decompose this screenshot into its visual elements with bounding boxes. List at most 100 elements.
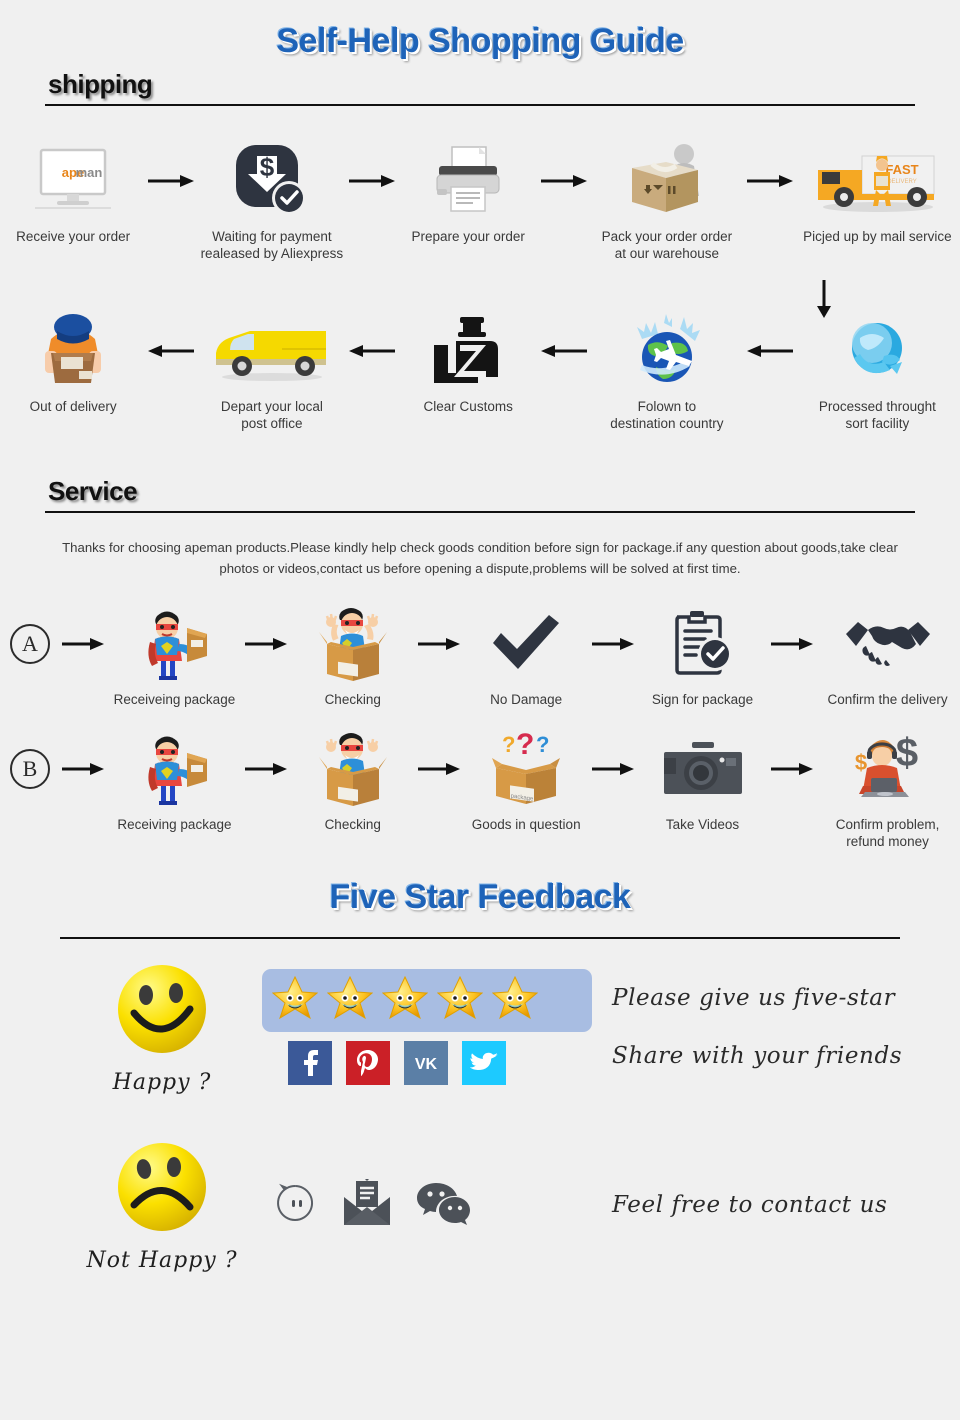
arrow-left-icon xyxy=(146,312,196,390)
page-title: Self-Help Shopping Guide xyxy=(276,22,684,60)
svg-text:?: ? xyxy=(536,732,549,757)
badge-letter-a: A xyxy=(9,624,50,664)
shipping-step-pack-order: Pack your order order at our warehouse xyxy=(589,142,745,262)
yellow-van-icon xyxy=(212,312,332,390)
rating-and-socials: VK xyxy=(262,969,592,1085)
svg-text:man: man xyxy=(76,165,103,180)
superhero-holding-package-icon xyxy=(137,605,211,683)
arrow-left-icon xyxy=(347,312,397,390)
sad-face-block: Not Happy ? xyxy=(62,1137,262,1273)
contact-icons xyxy=(262,1176,592,1232)
step-label: Sign for package xyxy=(651,692,754,707)
shipping-step-clear-customs: Clear Customs xyxy=(397,312,539,415)
aliexpress-smiley-icon[interactable] xyxy=(272,1180,318,1231)
feedback-divider xyxy=(60,937,900,939)
happy-message-line2: Share with your friends xyxy=(612,1043,903,1069)
sort-facility-globe-icon xyxy=(838,312,916,390)
shipping-flow-row-1: ape man Receive your order $ Waiting for… xyxy=(0,142,960,262)
step-label: Checking xyxy=(324,692,381,707)
feedback-title: Five Star Feedback xyxy=(329,878,631,916)
step-label: Take Videos xyxy=(665,817,740,832)
shipping-step-flown-destination: Folown to destination country xyxy=(589,312,745,432)
arrow-left-icon xyxy=(745,312,795,390)
customs-officer-icon xyxy=(430,312,506,390)
worker-packing-box-icon xyxy=(622,142,712,220)
vk-icon[interactable]: VK xyxy=(404,1041,448,1085)
service-flow-row-a: A Receiveing package Checking No Damage … xyxy=(0,605,960,708)
open-envelope-message-icon[interactable] xyxy=(342,1176,392,1232)
step-label: Out of delivery xyxy=(29,399,117,414)
facebook-icon[interactable] xyxy=(288,1041,332,1085)
star-icon[interactable] xyxy=(381,975,429,1025)
clipboard-check-icon xyxy=(671,605,735,683)
arrow-right-icon xyxy=(347,142,397,220)
arrow-right-icon xyxy=(416,605,462,683)
shipping-step-picked-up: FAST DELIVERY Picjed up by mail service xyxy=(795,142,960,245)
arrow-right-icon xyxy=(539,142,589,220)
shopping-guide-page: Self-Help Shopping Guide shipping ape ma… xyxy=(0,0,960,1420)
pinterest-icon[interactable] xyxy=(346,1041,390,1085)
step-label: Pack your order order at our warehouse xyxy=(601,229,733,261)
service-step-b-checking: Checking xyxy=(289,730,416,833)
arrow-down-icon xyxy=(812,278,836,325)
step-label: Goods in question xyxy=(471,817,581,832)
arrow-right-icon xyxy=(590,605,636,683)
support-agent-dollar-icon: $ $ xyxy=(845,730,931,808)
not-happy-label: Not Happy ? xyxy=(86,1248,238,1273)
star-icon[interactable] xyxy=(436,975,484,1025)
service-paragraph: Thanks for choosing apeman products.Plea… xyxy=(62,540,898,576)
person-in-open-box-icon xyxy=(311,605,395,683)
twitter-icon[interactable] xyxy=(462,1041,506,1085)
arrow-right-icon xyxy=(769,730,815,808)
courier-delivery-person-icon xyxy=(33,312,113,390)
step-label: Processed throught sort facility xyxy=(818,399,936,431)
svg-text:$: $ xyxy=(854,750,866,775)
step-label: Folown to destination country xyxy=(610,399,724,431)
arrow-left-icon xyxy=(539,312,589,390)
service-step-b-receiving: Receiving package xyxy=(106,730,243,833)
fast-delivery-truck-icon: FAST DELIVERY xyxy=(810,142,945,220)
not-happy-message-block: Feel free to contact us xyxy=(592,1183,887,1227)
step-label: Receive your order xyxy=(16,229,131,244)
happy-face-block: Happy ? xyxy=(62,959,262,1095)
svg-text:$: $ xyxy=(895,732,917,775)
five-star-bar[interactable] xyxy=(262,969,592,1032)
feedback-happy-row: Happy ? VK Please give us five-star Shar… xyxy=(0,959,960,1095)
sad-face-icon xyxy=(62,1137,262,1246)
person-in-open-box-icon xyxy=(311,730,395,808)
service-step-b-goods-question: ? ? ? package Goods in question xyxy=(462,730,589,833)
camera-icon xyxy=(663,730,742,808)
star-icon[interactable] xyxy=(271,975,319,1025)
shipping-heading-label: shipping xyxy=(48,69,153,99)
star-icon[interactable] xyxy=(326,975,374,1025)
step-label: Depart your local post office xyxy=(220,399,323,431)
arrow-right-icon xyxy=(60,605,106,683)
step-label: Receiving package xyxy=(117,817,232,832)
svg-text:?: ? xyxy=(502,732,515,757)
svg-text:DELIVERY: DELIVERY xyxy=(887,179,917,185)
payment-dollar-check-icon: $ xyxy=(233,142,311,220)
step-label: Confirm problem, refund money xyxy=(835,817,940,849)
star-icon[interactable] xyxy=(491,975,539,1025)
globe-airplane-icon xyxy=(624,312,710,390)
shipping-step-prepare-order: Prepare your order xyxy=(397,142,539,245)
feedback-not-happy-row: Not Happy ? Feel free to contact us xyxy=(0,1137,960,1273)
superhero-holding-package-icon xyxy=(137,730,211,808)
not-happy-message-line1: Feel free to contact us xyxy=(612,1192,888,1218)
step-label: Picjed up by mail service xyxy=(803,229,952,244)
service-step-b-confirm-refund: $ $ Confirm problem, refund money xyxy=(815,730,960,850)
service-flow-row-b: B Receiving package Checking ? ? ? packa… xyxy=(0,730,960,850)
arrow-right-icon xyxy=(146,142,196,220)
svg-text:$: $ xyxy=(260,152,275,182)
shipping-divider xyxy=(45,104,915,106)
handshake-icon xyxy=(842,605,934,683)
service-step-a-checking: Checking xyxy=(289,605,416,708)
happy-message-line1: Please give us five-star xyxy=(612,985,896,1011)
svg-text:?: ? xyxy=(516,730,534,761)
service-step-a-sign-package: Sign for package xyxy=(636,605,769,708)
wechat-icon[interactable] xyxy=(416,1181,472,1230)
shipping-step-depart-post-office: Depart your local post office xyxy=(196,312,347,432)
step-label: Checking xyxy=(324,817,381,832)
check-mark-icon xyxy=(489,605,563,683)
shipping-step-sort-facility: Processed throught sort facility xyxy=(795,312,960,432)
